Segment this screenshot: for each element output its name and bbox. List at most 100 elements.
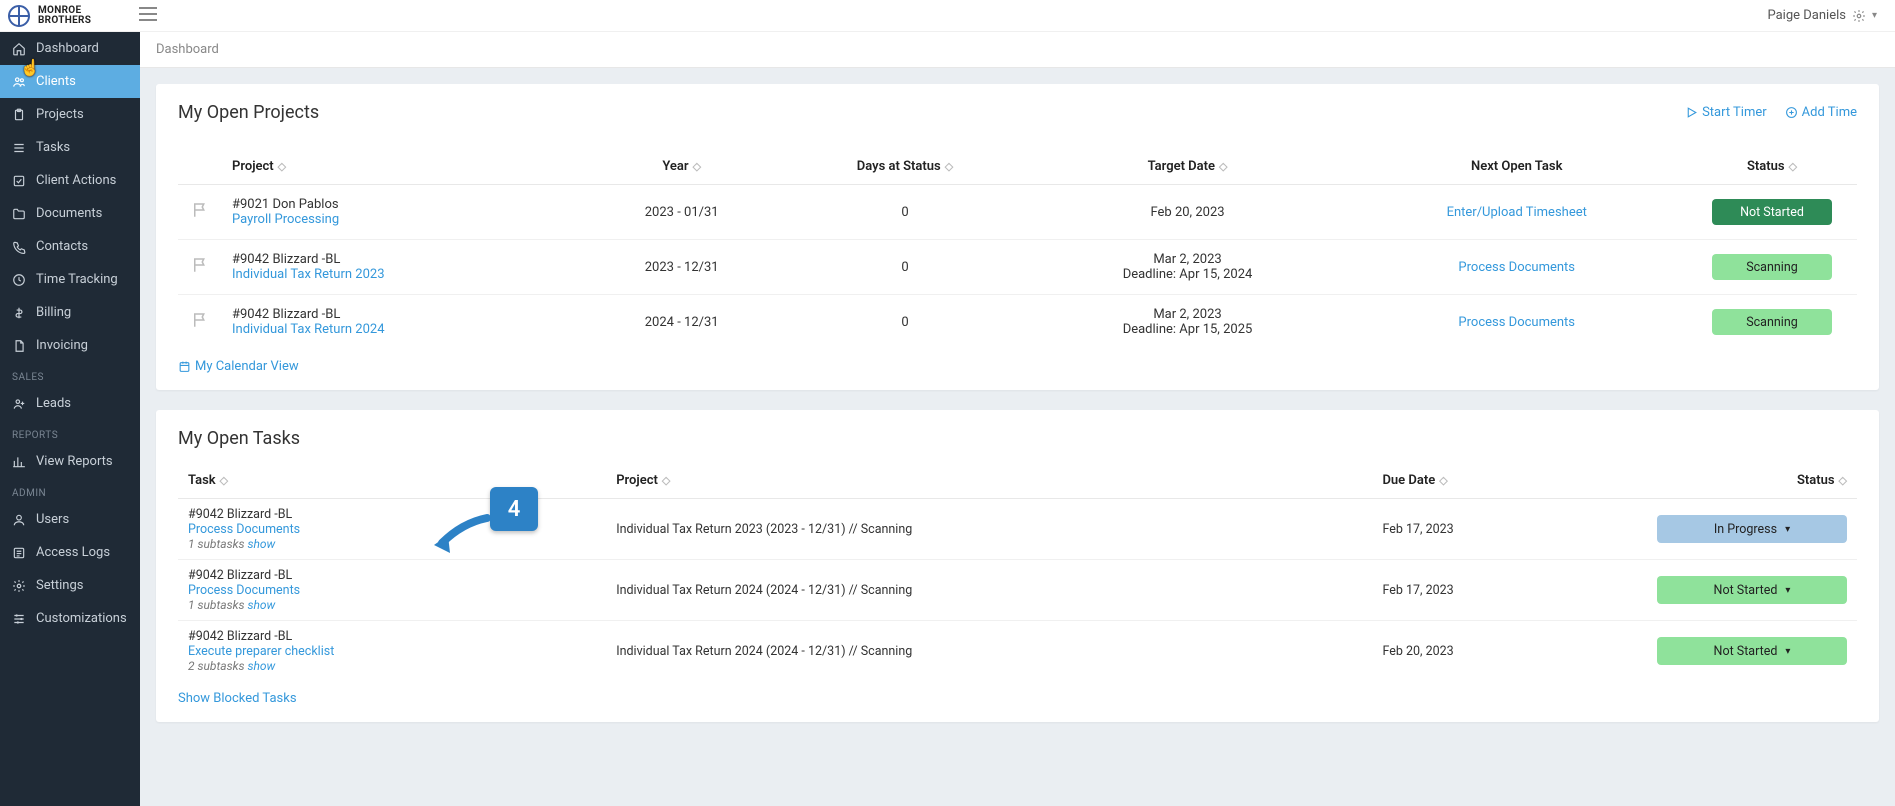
open-tasks-panel: My Open Tasks Task◇ Project◇ Due Date◇ S… [156, 410, 1879, 722]
nav-time-tracking[interactable]: Time Tracking [0, 263, 140, 296]
task-link[interactable]: Execute preparer checklist [188, 644, 596, 659]
project-year: 2023 - 12/31 [582, 240, 781, 295]
col-year[interactable]: Year◇ [582, 149, 781, 185]
sliders-icon [12, 612, 26, 626]
task-subtasks: 1 subtasks show [188, 537, 596, 551]
project-row: #9042 Blizzard -BL Individual Tax Return… [178, 240, 1857, 295]
nav-label: Settings [36, 578, 83, 593]
nav-settings[interactable]: Settings [0, 569, 140, 602]
nav-label: Clients [36, 74, 76, 89]
show-blocked-tasks-link[interactable]: Show Blocked Tasks [178, 691, 1857, 706]
project-link[interactable]: Individual Tax Return 2024 [232, 322, 572, 337]
plus-circle-icon [1785, 106, 1798, 119]
col-due[interactable]: Due Date◇ [1372, 463, 1620, 499]
folder-icon [12, 207, 26, 221]
task-link[interactable]: Process Documents [188, 583, 596, 598]
brand-line2: BROTHERS [38, 16, 91, 26]
check-square-icon [12, 174, 26, 188]
nav-access-logs[interactable]: Access Logs [0, 536, 140, 569]
nav-view-reports[interactable]: View Reports [0, 445, 140, 478]
status-pill[interactable]: Scanning [1712, 309, 1832, 335]
nav-label: Documents [36, 206, 102, 221]
task-status-pill[interactable]: In Progress▾ [1657, 515, 1847, 543]
next-task-link[interactable]: Process Documents [1458, 315, 1575, 330]
show-subtasks-link[interactable]: show [247, 659, 275, 673]
start-timer-button[interactable]: Start Timer [1685, 105, 1767, 120]
col-project[interactable]: Project◇ [606, 463, 1372, 499]
flag-icon[interactable] [178, 185, 222, 240]
nav-client-actions[interactable]: Client Actions [0, 164, 140, 197]
col-days[interactable]: Days at Status◇ [781, 149, 1028, 185]
projects-panel-title: My Open Projects [178, 102, 319, 123]
task-client: #9042 Blizzard -BL [188, 568, 596, 583]
col-project[interactable]: Project◇ [222, 149, 582, 185]
nav-billing[interactable]: Billing [0, 296, 140, 329]
project-target: Feb 20, 2023 [1029, 185, 1347, 240]
hamburger-icon[interactable] [139, 7, 157, 25]
show-subtasks-link[interactable]: show [247, 598, 275, 612]
home-icon [12, 42, 26, 56]
nav-clients[interactable]: Clients [0, 65, 140, 98]
open-projects-panel: My Open Projects Start Timer Add Time [156, 84, 1879, 390]
nav-label: Dashboard [36, 41, 99, 56]
sort-icon: ◇ [220, 474, 228, 487]
task-client: #9042 Blizzard -BL [188, 629, 596, 644]
nav-label: Projects [36, 107, 84, 122]
col-status[interactable]: Status◇ [1620, 463, 1857, 499]
sort-icon: ◇ [945, 160, 953, 173]
nav-invoicing[interactable]: Invoicing [0, 329, 140, 362]
nav-customizations[interactable]: Customizations [0, 602, 140, 635]
project-title: #9042 Blizzard -BL [232, 307, 572, 322]
calendar-view-link[interactable]: My Calendar View [178, 359, 1857, 374]
nav-projects[interactable]: Projects [0, 98, 140, 131]
clipboard-icon [12, 108, 26, 122]
task-due: Feb 17, 2023 [1382, 583, 1610, 598]
nav-dashboard[interactable]: Dashboard [0, 32, 140, 65]
nav-documents[interactable]: Documents [0, 197, 140, 230]
brand-line1: MONROE [38, 6, 91, 16]
flag-icon[interactable] [178, 240, 222, 295]
nav-contacts[interactable]: Contacts [0, 230, 140, 263]
project-year: 2023 - 01/31 [582, 185, 781, 240]
logo-group: MONROE BROTHERS [8, 5, 157, 27]
task-status-pill[interactable]: Not Started▾ [1657, 637, 1847, 665]
show-subtasks-link[interactable]: show [247, 537, 275, 551]
project-link[interactable]: Payroll Processing [232, 212, 572, 227]
file-icon [12, 339, 26, 353]
col-target[interactable]: Target Date◇ [1029, 149, 1347, 185]
task-link[interactable]: Process Documents [188, 522, 596, 537]
status-pill[interactable]: Not Started [1712, 199, 1832, 225]
project-year: 2024 - 12/31 [582, 295, 781, 350]
tasks-panel-title: My Open Tasks [178, 428, 300, 449]
status-pill[interactable]: Scanning [1712, 254, 1832, 280]
task-client: #9042 Blizzard -BL [188, 507, 596, 522]
user-menu[interactable]: Paige Daniels ▾ [1767, 8, 1877, 23]
nav-leads[interactable]: Leads [0, 387, 140, 420]
list-icon [12, 141, 26, 155]
gear-icon [1852, 9, 1866, 23]
project-title: #9021 Don Pablos [232, 197, 572, 212]
chevron-down-icon: ▾ [1785, 524, 1790, 535]
gear-icon [12, 579, 26, 593]
sort-icon: ◇ [1439, 474, 1447, 487]
nav-users[interactable]: Users [0, 503, 140, 536]
dollar-icon [12, 306, 26, 320]
projects-table: Project◇ Year◇ Days at Status◇ Target Da… [178, 149, 1857, 349]
task-project: Individual Tax Return 2024 (2024 - 12/31… [616, 644, 1362, 659]
sort-icon: ◇ [278, 160, 286, 173]
col-task[interactable]: Task◇ [178, 463, 606, 499]
project-row: #9021 Don Pablos Payroll Processing 2023… [178, 185, 1857, 240]
col-status[interactable]: Status◇ [1687, 149, 1857, 185]
task-due: Feb 20, 2023 [1382, 644, 1610, 659]
next-task-link[interactable]: Enter/Upload Timesheet [1447, 205, 1587, 220]
task-subtasks: 1 subtasks show [188, 598, 596, 612]
nav-label: Billing [36, 305, 71, 320]
project-link[interactable]: Individual Tax Return 2023 [232, 267, 572, 282]
task-status-pill[interactable]: Not Started▾ [1657, 576, 1847, 604]
nav-label: Users [36, 512, 69, 527]
flag-icon[interactable] [178, 295, 222, 350]
next-task-link[interactable]: Process Documents [1458, 260, 1575, 275]
task-subtasks: 2 subtasks show [188, 659, 596, 673]
add-time-button[interactable]: Add Time [1785, 105, 1857, 120]
nav-tasks[interactable]: Tasks [0, 131, 140, 164]
